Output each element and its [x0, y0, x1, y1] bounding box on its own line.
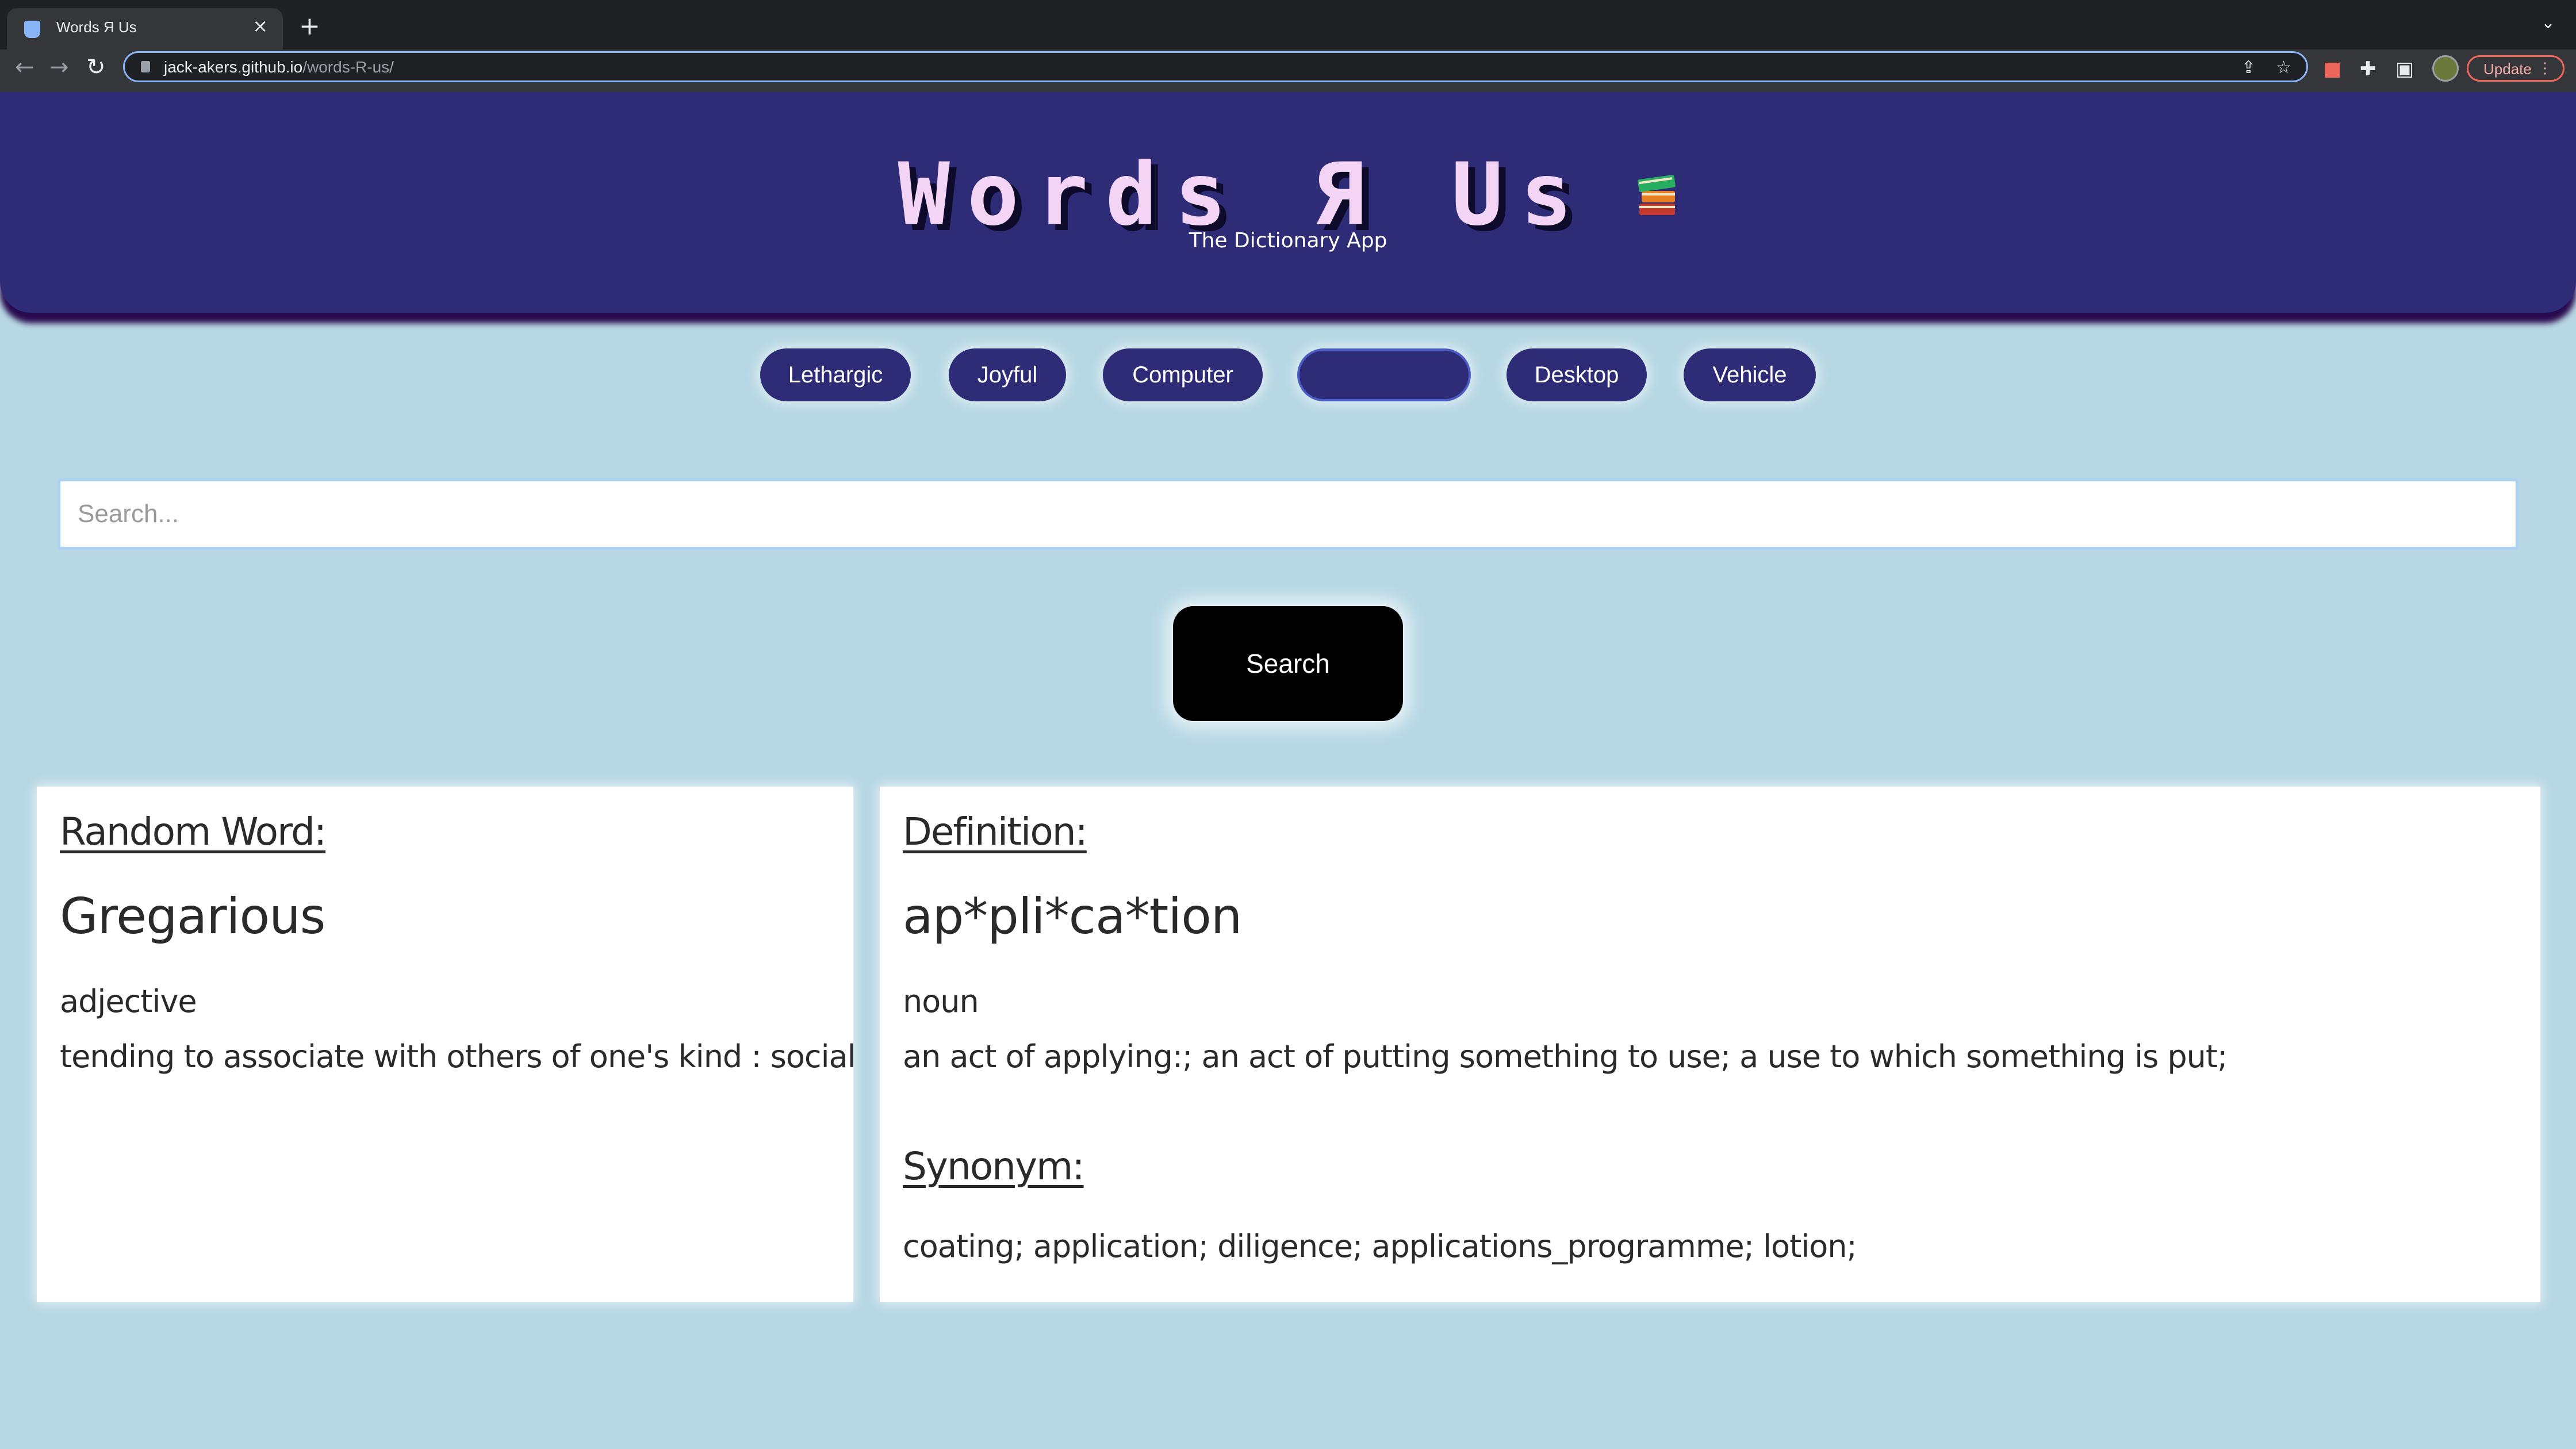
random-word-part-of-speech: adjective [60, 983, 197, 1019]
tab-search-chevron-icon[interactable]: ⌄ [2541, 13, 2555, 33]
lock-icon [141, 61, 150, 72]
quick-word-application-button[interactable]: Application [1297, 348, 1471, 401]
quick-word-vehicle-button[interactable]: Vehicle [1684, 348, 1816, 401]
quick-word-joyful-button[interactable]: Joyful [949, 348, 1066, 401]
new-tab-icon[interactable]: + [299, 12, 320, 41]
browser-tabstrip: Words Я Us × + ⌄ [0, 0, 2576, 49]
synonym-list: coating; application; diligence; applica… [903, 1228, 1857, 1264]
update-button[interactable]: Update ⋮ [2467, 55, 2564, 82]
browser-tab[interactable]: Words Я Us × [7, 8, 283, 49]
profile-avatar[interactable] [2432, 55, 2459, 82]
random-word-title: Gregarious [60, 888, 325, 945]
extension-record-icon[interactable]: ■ [2323, 57, 2341, 80]
reload-icon[interactable]: ↻ [86, 54, 106, 80]
quick-word-desktop-button[interactable]: Desktop [1506, 348, 1647, 401]
shield-favicon-icon [24, 21, 40, 38]
search-button[interactable]: Search [1173, 606, 1403, 721]
random-word-definition: tending to associate with others of one'… [60, 1038, 856, 1075]
search-input[interactable] [57, 478, 2518, 550]
definition-part-of-speech: noun [903, 983, 979, 1019]
close-tab-icon[interactable]: × [252, 15, 268, 37]
books-icon [1637, 175, 1676, 215]
bookmark-star-icon[interactable]: ☆ [2276, 57, 2291, 78]
site-header: Words Я Us The Dictionary App [0, 92, 2576, 313]
share-icon[interactable]: ⇪ [2241, 57, 2256, 78]
definition-text: an act of applying:; an act of putting s… [903, 1038, 2228, 1075]
page: Words Я Us The Dictionary App Lethargic … [0, 92, 2576, 1449]
forward-icon[interactable]: → [49, 54, 69, 80]
synonym-heading: Synonym: [903, 1144, 1085, 1189]
definition-word: ap*pli*ca*tion [903, 888, 1242, 945]
extensions-puzzle-icon[interactable]: ✚ [2360, 57, 2376, 80]
random-word-heading: Random Word: [60, 810, 327, 854]
side-panel-icon[interactable]: ▣ [2395, 57, 2414, 80]
url-text: jack-akers.github.io/words-R-us/ [164, 58, 394, 76]
random-word-card: Random Word: Gregarious adjective tendin… [37, 787, 856, 1302]
more-menu-icon: ⋮ [2537, 59, 2552, 76]
back-icon[interactable]: ← [15, 54, 34, 80]
quick-word-computer-button[interactable]: Computer [1103, 348, 1263, 401]
definition-card: Definition: ap*pli*ca*tion noun an act o… [880, 787, 2540, 1302]
site-subtitle: The Dictionary App [1189, 229, 1387, 252]
definition-heading: Definition: [903, 810, 1088, 854]
quick-word-lethargic-button[interactable]: Lethargic [760, 348, 911, 401]
address-bar[interactable]: jack-akers.github.io/words-R-us/ ⇪ ☆ [123, 51, 2308, 82]
tab-title: Words Я Us [56, 18, 137, 36]
